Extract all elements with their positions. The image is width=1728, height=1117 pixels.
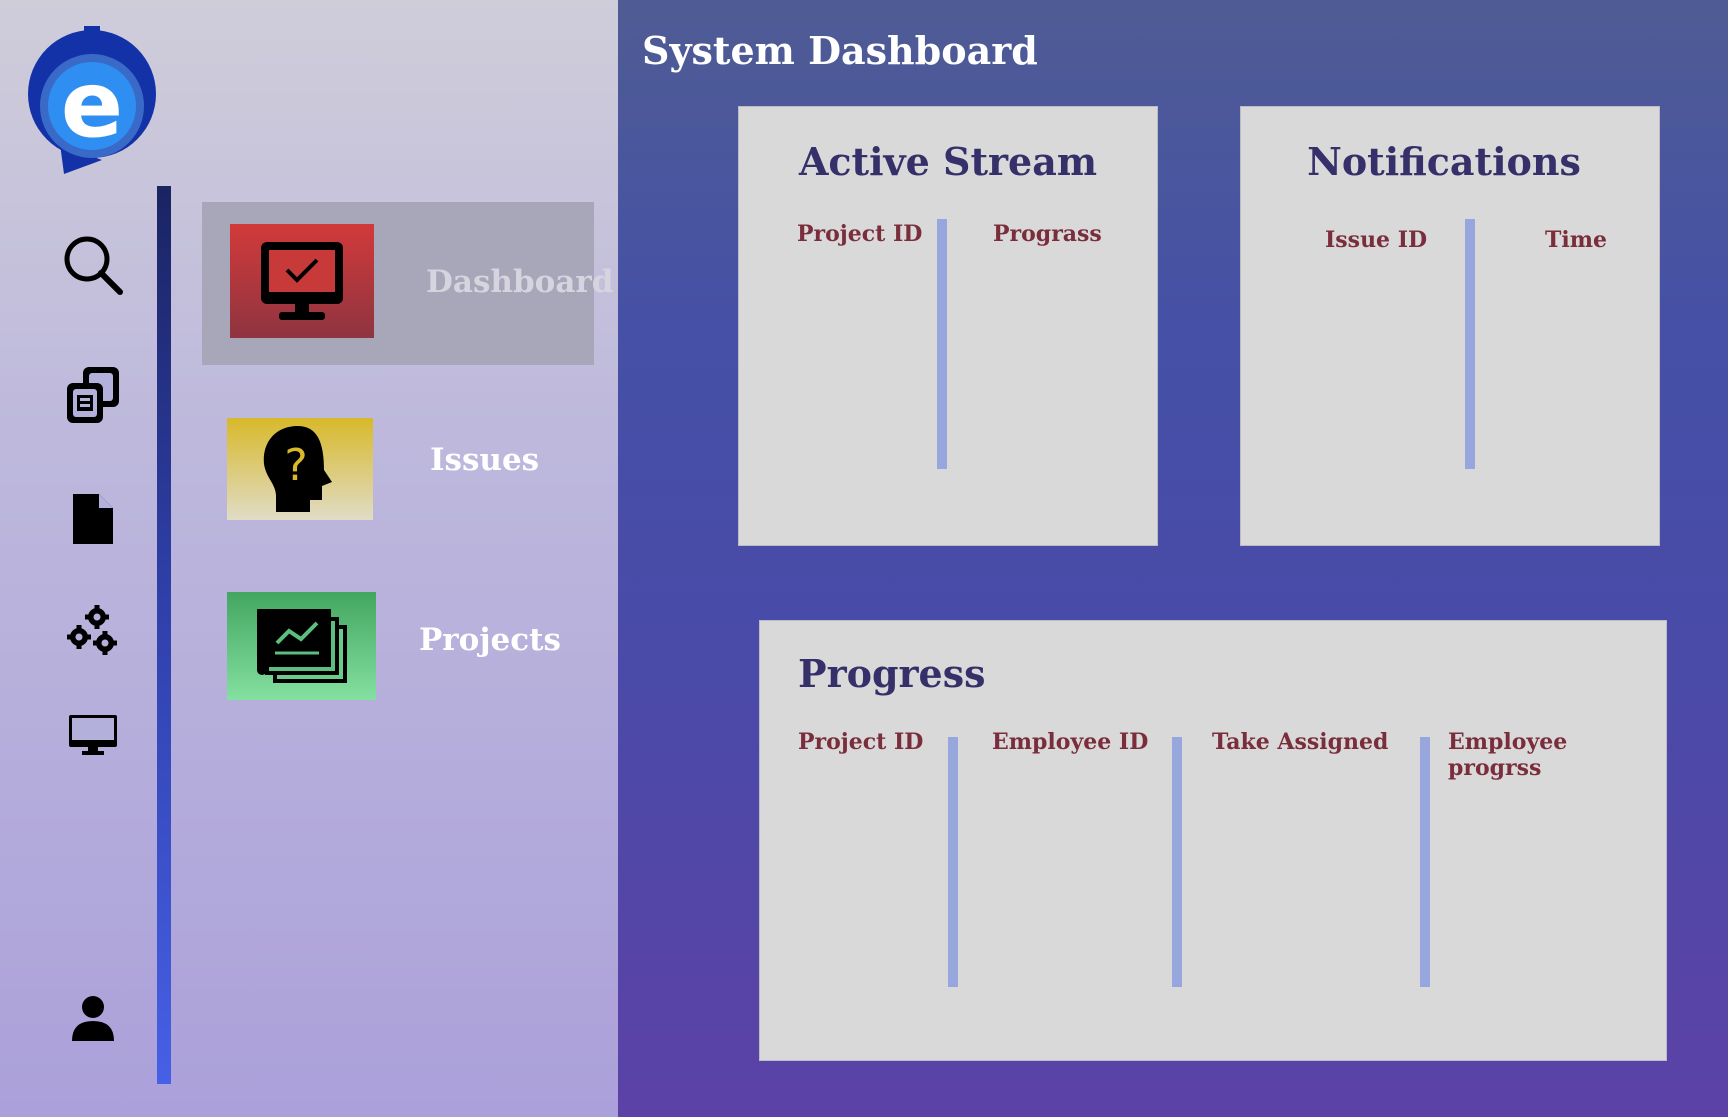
column-header: Project ID <box>797 221 923 247</box>
main-area: System Dashboard Active Stream Project I… <box>618 0 1728 1117</box>
column-divider <box>1420 737 1430 987</box>
monitor-check-icon <box>230 224 374 338</box>
column-header: Take Assigned <box>1212 729 1389 755</box>
column-divider <box>1465 219 1475 469</box>
card-title: Notifications <box>1307 139 1581 184</box>
nav-item-issues[interactable]: ? Issues <box>227 418 587 520</box>
gears-icon[interactable] <box>58 596 128 666</box>
file-icon[interactable] <box>58 484 128 554</box>
card-title: Active Stream <box>798 139 1098 184</box>
svg-text:e: e <box>61 51 123 158</box>
chart-stack-icon <box>227 592 376 700</box>
monitor-icon[interactable] <box>58 700 128 770</box>
svg-text:?: ? <box>284 440 307 491</box>
nav-label: Issues <box>430 442 540 478</box>
nav-label: Projects <box>419 622 561 658</box>
user-icon[interactable] <box>58 984 128 1054</box>
active-stream-card: Active Stream Project ID Prograss <box>738 106 1158 546</box>
column-header: Employee progrss <box>1448 729 1568 781</box>
column-header: Time <box>1545 227 1608 253</box>
nav-item-projects[interactable]: Projects <box>227 592 587 700</box>
card-title: Progress <box>798 651 986 696</box>
column-header: Prograss <box>993 221 1102 247</box>
sidebar: e Dashboard ? Issues Projects <box>0 0 618 1117</box>
column-header: Project ID <box>798 729 924 755</box>
nav-item-dashboard[interactable]: Dashboard <box>202 202 613 365</box>
column-divider <box>948 737 958 987</box>
column-header: Employee ID <box>992 729 1149 755</box>
column-header: Issue ID <box>1325 227 1428 253</box>
rail-divider <box>157 186 171 1084</box>
app-logo: e <box>24 24 158 176</box>
progress-card: Progress Project ID Employee ID Take Ass… <box>759 620 1667 1061</box>
notifications-card: Notifications Issue ID Time <box>1240 106 1660 546</box>
head-question-icon: ? <box>227 418 373 520</box>
column-divider <box>1172 737 1182 987</box>
column-divider <box>937 219 947 469</box>
page-title: System Dashboard <box>642 28 1038 73</box>
search-icon[interactable] <box>58 230 128 300</box>
copy-documents-icon[interactable] <box>58 360 128 430</box>
nav-label: Dashboard <box>426 264 614 300</box>
